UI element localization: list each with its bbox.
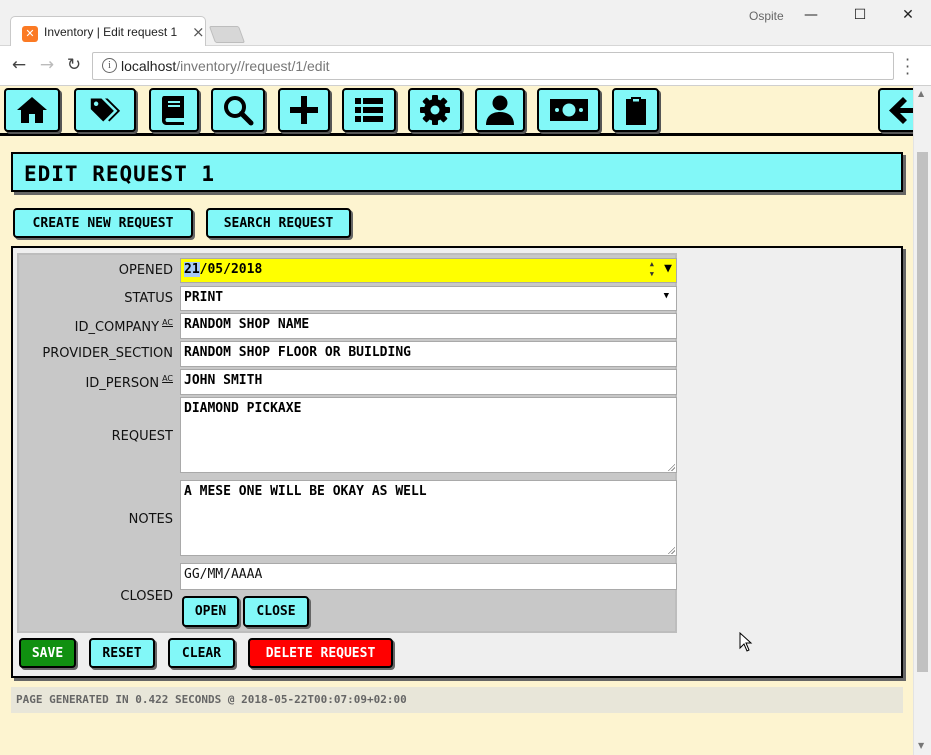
closed-label: CLOSED <box>120 589 173 604</box>
clipboard-button[interactable] <box>612 88 659 132</box>
id-company-autocomplete-marker: AC <box>162 318 173 327</box>
notes-value: A MESE ONE WILL BE OKAY AS WELL <box>184 484 427 499</box>
reset-button[interactable]: RESET <box>89 638 155 668</box>
info-icon[interactable]: i <box>102 58 117 73</box>
chevron-down-icon: ▼ <box>663 291 669 301</box>
search-button[interactable] <box>211 88 265 132</box>
search-request-button[interactable]: SEARCH REQUEST <box>206 208 351 238</box>
id-person-label: ID_PERSON AC <box>85 374 173 391</box>
request-value: DIAMOND PICKAXE <box>184 401 302 416</box>
closed-placeholder: GG/MM/AAAA <box>184 567 263 582</box>
notes-textarea[interactable]: A MESE ONE WILL BE OKAY AS WELL <box>180 480 677 556</box>
id-person-value: JOHN SMITH <box>184 373 263 388</box>
profile-name[interactable]: Ospite <box>749 9 784 23</box>
page-scrollbar[interactable]: ▲ ▼ <box>913 86 931 755</box>
id-company-label: ID_COMPANY AC <box>75 318 173 335</box>
money-button[interactable] <box>537 88 600 132</box>
closed-date-input[interactable]: GG/MM/AAAA <box>180 563 677 590</box>
provider-section-label: PROVIDER_SECTION <box>42 346 173 361</box>
mouse-cursor-icon <box>739 632 753 652</box>
user-icon <box>486 95 514 125</box>
resize-handle-icon[interactable] <box>667 546 675 554</box>
reload-button[interactable]: ↻ <box>63 55 85 75</box>
back-button[interactable]: ← <box>8 55 30 75</box>
list-icon <box>355 98 383 122</box>
page-title: EDIT REQUEST 1 <box>24 162 216 186</box>
opened-day: 21 <box>184 262 200 277</box>
browser-titlebar: ✕ Inventory | Edit request 1 × Ospite — … <box>0 0 931 47</box>
settings-button[interactable] <box>408 88 462 132</box>
id-company-input[interactable]: RANDOM SHOP NAME <box>180 313 677 339</box>
footer-text: PAGE GENERATED IN 0.422 SECONDS @ 2018-0… <box>16 693 407 706</box>
book-button[interactable] <box>149 88 199 132</box>
money-icon <box>549 99 588 121</box>
id-company-label-text: ID_COMPANY <box>74 320 160 335</box>
clipboard-icon <box>625 97 646 125</box>
delete-request-button[interactable]: DELETE REQUEST <box>248 638 393 668</box>
url-host: localhost <box>121 58 177 74</box>
closed-close-button[interactable]: CLOSE <box>243 596 309 627</box>
create-new-request-button[interactable]: CREATE NEW REQUEST <box>13 208 193 238</box>
maximize-button[interactable]: ☐ <box>845 4 875 26</box>
new-tab-button[interactable] <box>208 26 246 43</box>
status-label: STATUS <box>124 291 173 306</box>
plus-icon <box>290 96 318 124</box>
form-table: OPENED 21/05/2018 ▲ ▼ ▼ STATUS PRINT ▼ ID… <box>17 253 677 633</box>
opened-rest: /05/2018 <box>199 262 263 277</box>
go-back-button[interactable] <box>878 88 913 132</box>
scroll-down-icon[interactable]: ▼ <box>918 741 924 750</box>
url-text: localhost/inventory//request/1/edit <box>121 58 330 74</box>
browser-tab[interactable]: ✕ Inventory | Edit request 1 × <box>10 16 206 47</box>
favicon-icon: ✕ <box>22 26 38 42</box>
tab-close-icon[interactable]: × <box>192 23 205 41</box>
id-company-value: RANDOM SHOP NAME <box>184 317 310 332</box>
scroll-thumb[interactable] <box>917 152 928 672</box>
opened-label: OPENED <box>118 263 173 278</box>
provider-section-value: RANDOM SHOP FLOOR OR BUILDING <box>184 345 411 360</box>
search-icon <box>224 96 254 126</box>
forward-button[interactable]: → <box>36 55 58 75</box>
page-viewport: EDIT REQUEST 1 CREATE NEW REQUEST SEARCH… <box>0 86 913 755</box>
status-value: PRINT <box>184 290 224 305</box>
request-textarea[interactable]: DIAMOND PICKAXE <box>180 397 677 473</box>
scroll-up-icon[interactable]: ▲ <box>918 89 924 98</box>
home-icon <box>17 97 47 123</box>
minimize-button[interactable]: — <box>796 4 826 26</box>
list-button[interactable] <box>342 88 396 132</box>
opened-date-input[interactable]: 21/05/2018 ▲ ▼ ▼ <box>180 258 677 283</box>
save-button[interactable]: SAVE <box>19 638 76 668</box>
address-bar: ← → ↻ i localhost/inventory//request/1/e… <box>0 46 931 86</box>
closed-open-button[interactable]: OPEN <box>182 596 239 627</box>
close-window-button[interactable]: ✕ <box>893 4 923 26</box>
page-header: EDIT REQUEST 1 <box>11 152 903 192</box>
arrow-left-icon <box>888 97 913 124</box>
book-icon <box>162 96 184 125</box>
user-button[interactable] <box>475 88 525 132</box>
browser-menu-icon[interactable]: · · · <box>905 52 910 82</box>
id-person-autocomplete-marker: AC <box>162 374 173 383</box>
resize-handle-icon[interactable] <box>667 463 675 471</box>
calendar-dropdown-icon[interactable]: ▼ <box>664 261 672 276</box>
clear-button[interactable]: CLEAR <box>168 638 235 668</box>
add-button[interactable] <box>278 88 330 132</box>
url-path: /inventory//request/1/edit <box>176 58 330 74</box>
id-person-label-text: ID_PERSON <box>85 376 160 391</box>
id-person-input[interactable]: JOHN SMITH <box>180 369 677 395</box>
tab-title: Inventory | Edit request 1 <box>44 25 178 39</box>
status-select[interactable]: PRINT ▼ <box>180 286 677 311</box>
app-toolbar <box>0 86 913 136</box>
spinner-icon[interactable]: ▲ ▼ <box>650 259 654 279</box>
home-button[interactable] <box>4 88 60 132</box>
tags-button[interactable] <box>74 88 136 132</box>
url-field[interactable]: i localhost/inventory//request/1/edit <box>92 52 894 80</box>
provider-section-input[interactable]: RANDOM SHOP FLOOR OR BUILDING <box>180 341 677 367</box>
request-label: REQUEST <box>111 429 173 444</box>
edit-form-panel: OPENED 21/05/2018 ▲ ▼ ▼ STATUS PRINT ▼ ID… <box>11 246 903 678</box>
tags-icon <box>90 98 121 122</box>
gear-icon <box>420 95 450 125</box>
notes-label: NOTES <box>128 512 173 527</box>
page-footer: PAGE GENERATED IN 0.422 SECONDS @ 2018-0… <box>11 687 903 713</box>
